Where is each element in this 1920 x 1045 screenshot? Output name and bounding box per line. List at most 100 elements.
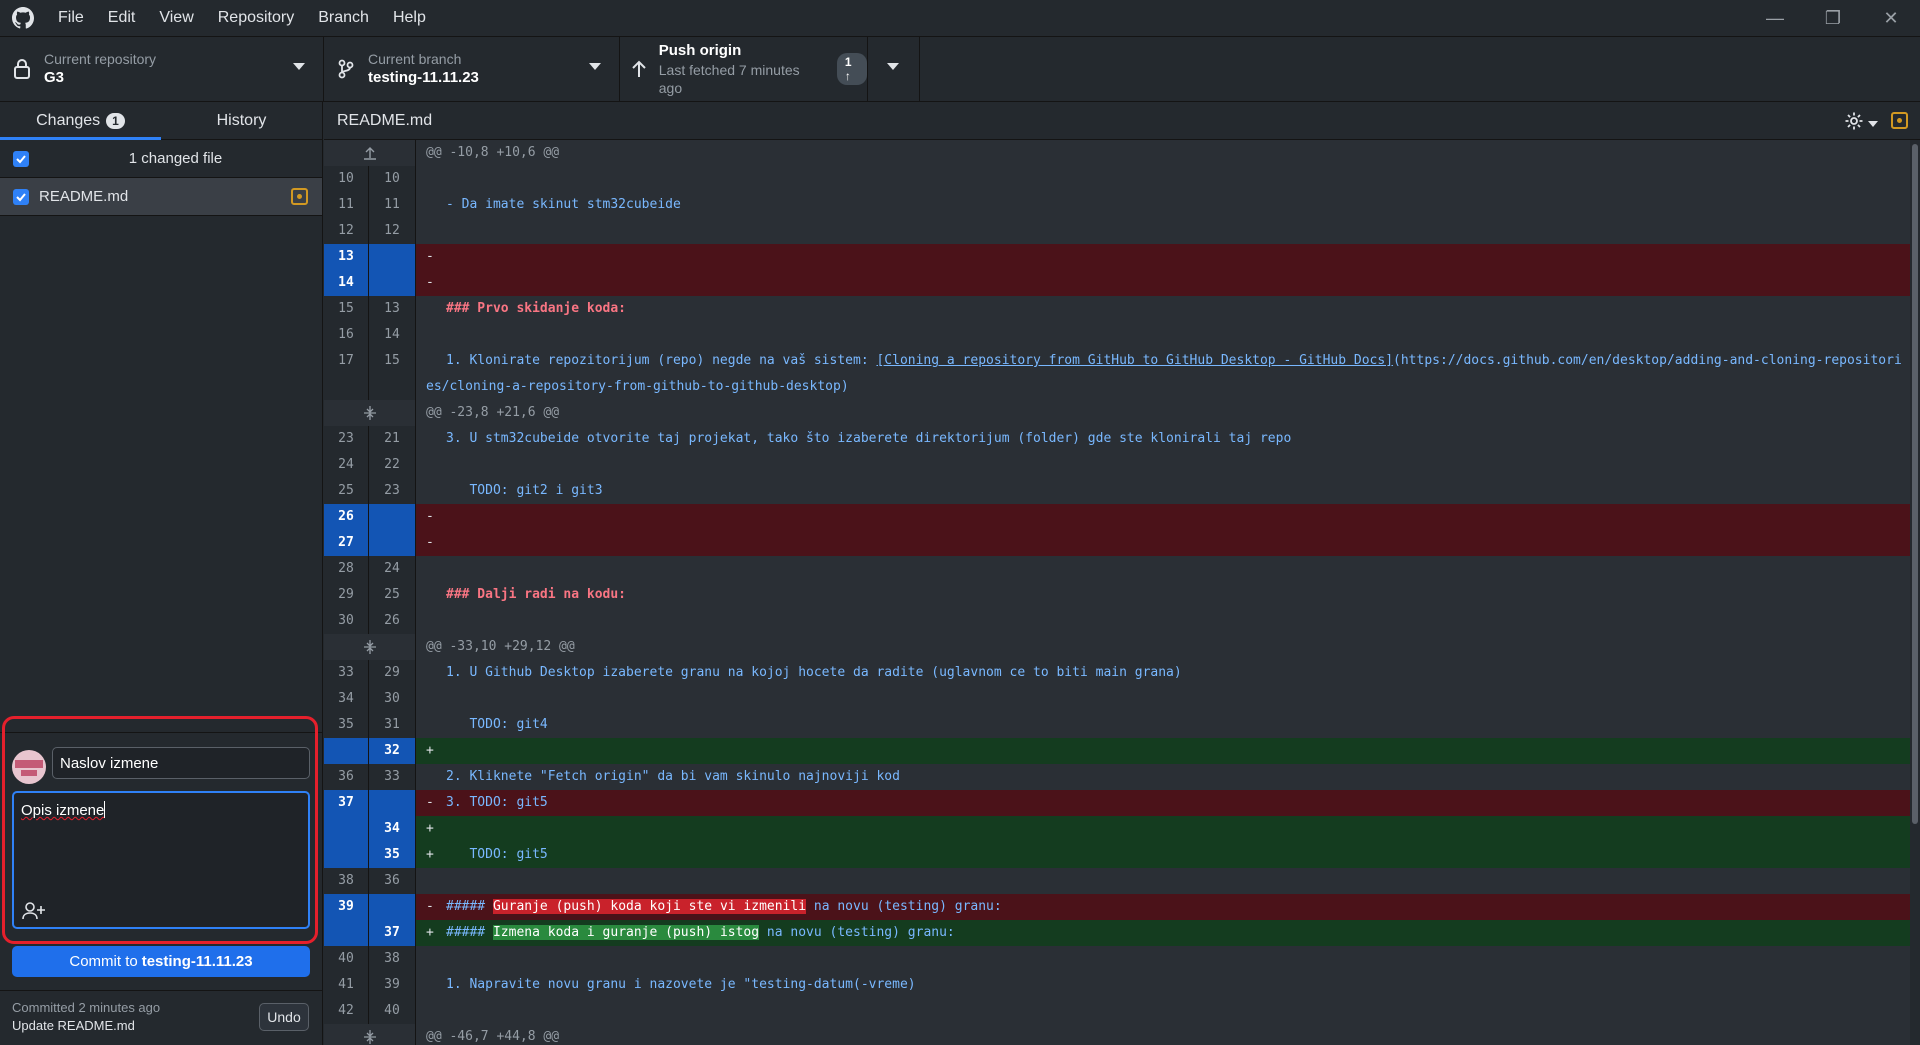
diff-line-code: 3. U stm32cubeide otvorite taj projekat,… (416, 426, 1910, 452)
diff-line[interactable]: 15 13 ### Prvo skidanje koda: (324, 296, 1910, 322)
diff-line[interactable]: 39 - ##### Guranje (push) koda koji ste vi… (324, 894, 1910, 920)
expand-icon[interactable] (324, 634, 416, 660)
old-line-number: 40 (324, 946, 369, 972)
old-line-number: 26 (324, 504, 369, 530)
code-text: 3. TODO: git5 (446, 795, 548, 810)
restore-icon[interactable]: ❐ (1804, 0, 1862, 36)
old-line-number: 15 (324, 296, 369, 322)
changed-files-count: 1 changed file (128, 150, 223, 167)
diff-line[interactable]: 37 + ##### Izmena koda i guranje (push) is… (324, 920, 1910, 946)
code-text: ### Prvo skidanje koda: (446, 301, 627, 316)
expand-icon[interactable] (324, 1024, 416, 1045)
code-text: TODO: git5 (446, 847, 548, 862)
menu-edit[interactable]: Edit (96, 0, 148, 36)
commit-button-branch: testing-11.11.23 (141, 953, 253, 970)
commit-summary-input[interactable]: Naslov izmene (52, 747, 310, 779)
diff-line[interactable]: 17 15 1. Klonirate repozitorijum (repo) ne… (324, 348, 1910, 400)
diff-line[interactable]: 42 40 (324, 998, 1910, 1024)
new-line-number: 32 (369, 738, 416, 764)
tab-changes[interactable]: Changes 1 (0, 102, 161, 140)
diff-marker: - (426, 795, 434, 810)
menu-branch[interactable]: Branch (306, 0, 381, 36)
current-branch-button[interactable]: Current branch testing-11.11.23 (324, 37, 620, 101)
diff-line[interactable]: 38 36 (324, 868, 1910, 894)
diff-line[interactable]: 34 + (324, 816, 1910, 842)
code-text: na novu (testing) granu: (759, 925, 955, 940)
diff-scrollbar[interactable] (1910, 140, 1920, 1045)
diff-line[interactable]: 28 24 (324, 556, 1910, 582)
diff-line[interactable]: 33 29 1. U Github Desktop izaberete granu … (324, 660, 1910, 686)
menu-view[interactable]: View (147, 0, 205, 36)
diff-line[interactable]: 30 26 (324, 608, 1910, 634)
diff-marker: + (426, 925, 434, 940)
diff-line[interactable]: 12 12 (324, 218, 1910, 244)
diff-line[interactable]: 35 31 TODO: git4 (324, 712, 1910, 738)
diff-line[interactable]: 16 14 (324, 322, 1910, 348)
diff-line-code (416, 218, 1910, 244)
new-line-number (369, 504, 416, 530)
commit-description-input[interactable]: Opis izmene (12, 791, 310, 929)
diff-line[interactable]: 41 39 1. Napravite novu granu i nazovete j… (324, 972, 1910, 998)
file-name: README.md (39, 188, 129, 205)
hunk-text: @@ -46,7 +44,8 @@ (416, 1024, 1910, 1045)
new-line-number: 37 (369, 920, 416, 946)
diff-line[interactable]: 13 - (324, 244, 1910, 270)
file-checkbox[interactable] (13, 188, 29, 205)
hunk-text: @@ -33,10 +29,12 @@ (416, 634, 1910, 660)
add-coauthor-icon[interactable] (22, 901, 46, 921)
code-link: [Cloning a repository from GitHub to Git… (876, 353, 1394, 368)
diff-line[interactable]: 37 -3. TODO: git5 (324, 790, 1910, 816)
diff-line[interactable]: 24 22 (324, 452, 1910, 478)
diff-line[interactable]: 11 11 - Da imate skinut stm32cubeide (324, 192, 1910, 218)
diff-line[interactable]: 36 33 2. Kliknete "Fetch origin" da bi vam… (324, 764, 1910, 790)
diff-line[interactable]: 32 + (324, 738, 1910, 764)
diff-line[interactable]: 35 + TODO: git5 (324, 842, 1910, 868)
menu-file[interactable]: File (46, 0, 96, 36)
expand-icon[interactable] (324, 400, 416, 426)
close-icon[interactable]: ✕ (1862, 0, 1920, 36)
minimize-icon[interactable]: — (1746, 0, 1804, 36)
old-line-number: 37 (324, 790, 369, 816)
push-options-dropdown[interactable] (868, 37, 920, 101)
old-line-number (324, 842, 369, 868)
diff-line[interactable]: 34 30 (324, 686, 1910, 712)
new-line-number: 11 (369, 192, 416, 218)
old-line-number: 38 (324, 868, 369, 894)
new-line-number: 33 (369, 764, 416, 790)
current-repository-button[interactable]: Current repository G3 (0, 37, 324, 101)
diff-line[interactable]: 40 38 (324, 946, 1910, 972)
select-all-checkbox[interactable] (13, 150, 29, 167)
diff-line[interactable]: 29 25 ### Dalji radi na kodu: (324, 582, 1910, 608)
old-line-number: 10 (324, 166, 369, 192)
diff-line[interactable]: 14 - (324, 270, 1910, 296)
diff-line[interactable]: 23 21 3. U stm32cubeide otvorite taj proje… (324, 426, 1910, 452)
diff-marker: - (426, 509, 434, 524)
expand-up-icon[interactable] (324, 140, 416, 166)
tab-history[interactable]: History (161, 102, 322, 139)
push-origin-button[interactable]: Push origin Last fetched 7 minutes ago 1… (620, 37, 868, 101)
changed-word-highlight: Izmena koda i guranje (push) istog (492, 925, 760, 940)
diff-line[interactable]: 25 23 TODO: git2 i git3 (324, 478, 1910, 504)
commit-button[interactable]: Commit to testing-11.11.23 (12, 946, 310, 977)
undo-button[interactable]: Undo (259, 1003, 309, 1031)
old-line-number: 12 (324, 218, 369, 244)
menu-repository[interactable]: Repository (206, 0, 306, 36)
scrollbar-thumb[interactable] (1912, 144, 1918, 824)
new-line-number: 24 (369, 556, 416, 582)
diff-line-code: + TODO: git5 (416, 842, 1910, 868)
new-line-number: 12 (369, 218, 416, 244)
old-line-number: 23 (324, 426, 369, 452)
diff-line[interactable]: 27 - (324, 530, 1910, 556)
github-logo-icon (0, 0, 46, 36)
diff-header: README.md (324, 102, 1920, 140)
diff-settings-button[interactable] (1844, 111, 1878, 136)
commit-button-prefix: Commit to (69, 953, 138, 970)
file-list-item[interactable]: README.md (0, 178, 322, 216)
menu-help[interactable]: Help (381, 0, 438, 36)
old-line-number: 13 (324, 244, 369, 270)
diff-line[interactable]: 26 - (324, 504, 1910, 530)
menu-bar: File Edit View Repository Branch Help (46, 0, 438, 36)
diff-line[interactable]: 10 10 (324, 166, 1910, 192)
diff-line-code (416, 556, 1910, 582)
new-line-number (369, 530, 416, 556)
